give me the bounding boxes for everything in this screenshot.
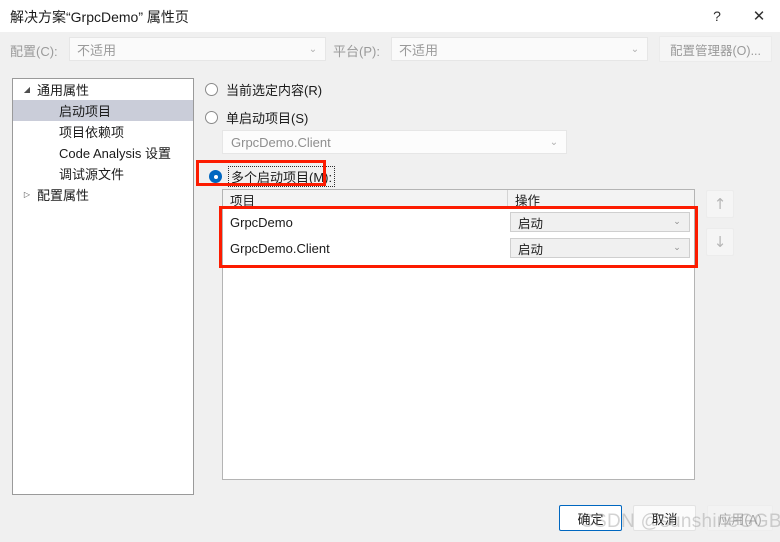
collapsed-arrow-icon[interactable]: ▷	[19, 190, 35, 199]
tree-item[interactable]: 项目依赖项	[13, 121, 193, 142]
chevron-down-icon: ⌄	[630, 43, 640, 55]
property-tree-panel[interactable]: ◢ 通用属性启动项目项目依赖项 Code Analysis 设置 调试源文件 ▷ 配置属性	[12, 78, 194, 495]
help-icon[interactable]: ?	[696, 0, 738, 32]
chevron-down-icon: ⌄	[549, 136, 559, 148]
title-bar: 解决方案“GrpcDemo” 属性页 ? ✕	[0, 0, 780, 32]
annotation-box-radio	[196, 160, 326, 186]
tree-item-label: 配置属性	[37, 188, 90, 203]
tree-item-label: Code Analysis 设置	[59, 146, 171, 161]
configuration-value: 不适用	[77, 42, 117, 58]
radio-current-selection-label: 当前选定内容(R)	[226, 83, 323, 98]
tree-item[interactable]: Code Analysis 设置	[13, 142, 193, 163]
platform-label: 平台(P):	[333, 44, 380, 59]
tree-item-label: 启动项目	[59, 104, 112, 119]
single-startup-project-value: GrpcDemo.Client	[231, 134, 331, 150]
configuration-manager-button[interactable]: 配置管理器(O)...	[659, 36, 772, 62]
move-up-button[interactable]: ↑	[706, 190, 734, 218]
ok-button[interactable]: 确定	[559, 505, 622, 531]
tree-item-label: 调试源文件	[59, 167, 125, 182]
close-icon[interactable]: ✕	[738, 0, 780, 32]
tree-item[interactable]: 启动项目	[13, 100, 193, 121]
tree-item-label: 通用属性	[37, 83, 90, 98]
tree-item[interactable]: ▷ 配置属性	[13, 184, 193, 205]
cancel-button[interactable]: 取消	[633, 505, 696, 531]
configuration-bar: 配置(C): 不适用 ⌄ 平台(P): 不适用 ⌄ 配置管理器(O)...	[0, 32, 780, 66]
platform-combobox[interactable]: 不适用 ⌄	[391, 37, 648, 61]
annotation-box-grid-rows	[219, 206, 698, 268]
arrow-down-icon: ↓	[713, 232, 727, 251]
move-down-button[interactable]: ↓	[706, 228, 734, 256]
radio-circle-icon	[205, 111, 218, 124]
window-title: 解决方案“GrpcDemo” 属性页	[10, 9, 189, 25]
radio-single-startup[interactable]: 单启动项目(S)	[205, 108, 308, 127]
apply-button[interactable]: 应用(A)	[707, 505, 773, 531]
radio-circle-icon	[205, 83, 218, 96]
expanded-arrow-icon[interactable]: ◢	[19, 85, 35, 94]
tree-item[interactable]: 调试源文件	[13, 163, 193, 184]
platform-value: 不适用	[399, 42, 439, 58]
configuration-label: 配置(C):	[10, 44, 58, 59]
configuration-combobox[interactable]: 不适用 ⌄	[69, 37, 326, 61]
radio-single-startup-label: 单启动项目(S)	[226, 111, 309, 126]
solution-property-pages-dialog: 解决方案“GrpcDemo” 属性页 ? ✕ 配置(C): 不适用 ⌄ 平台(P…	[0, 0, 780, 542]
radio-current-selection[interactable]: 当前选定内容(R)	[205, 80, 322, 99]
chevron-down-icon: ⌄	[308, 43, 318, 55]
single-startup-project-combobox[interactable]: GrpcDemo.Client ⌄	[222, 130, 567, 154]
tree-item[interactable]: ◢ 通用属性	[13, 79, 193, 100]
arrow-up-icon: ↑	[713, 194, 727, 213]
tree-item-label: 项目依赖项	[59, 125, 125, 140]
